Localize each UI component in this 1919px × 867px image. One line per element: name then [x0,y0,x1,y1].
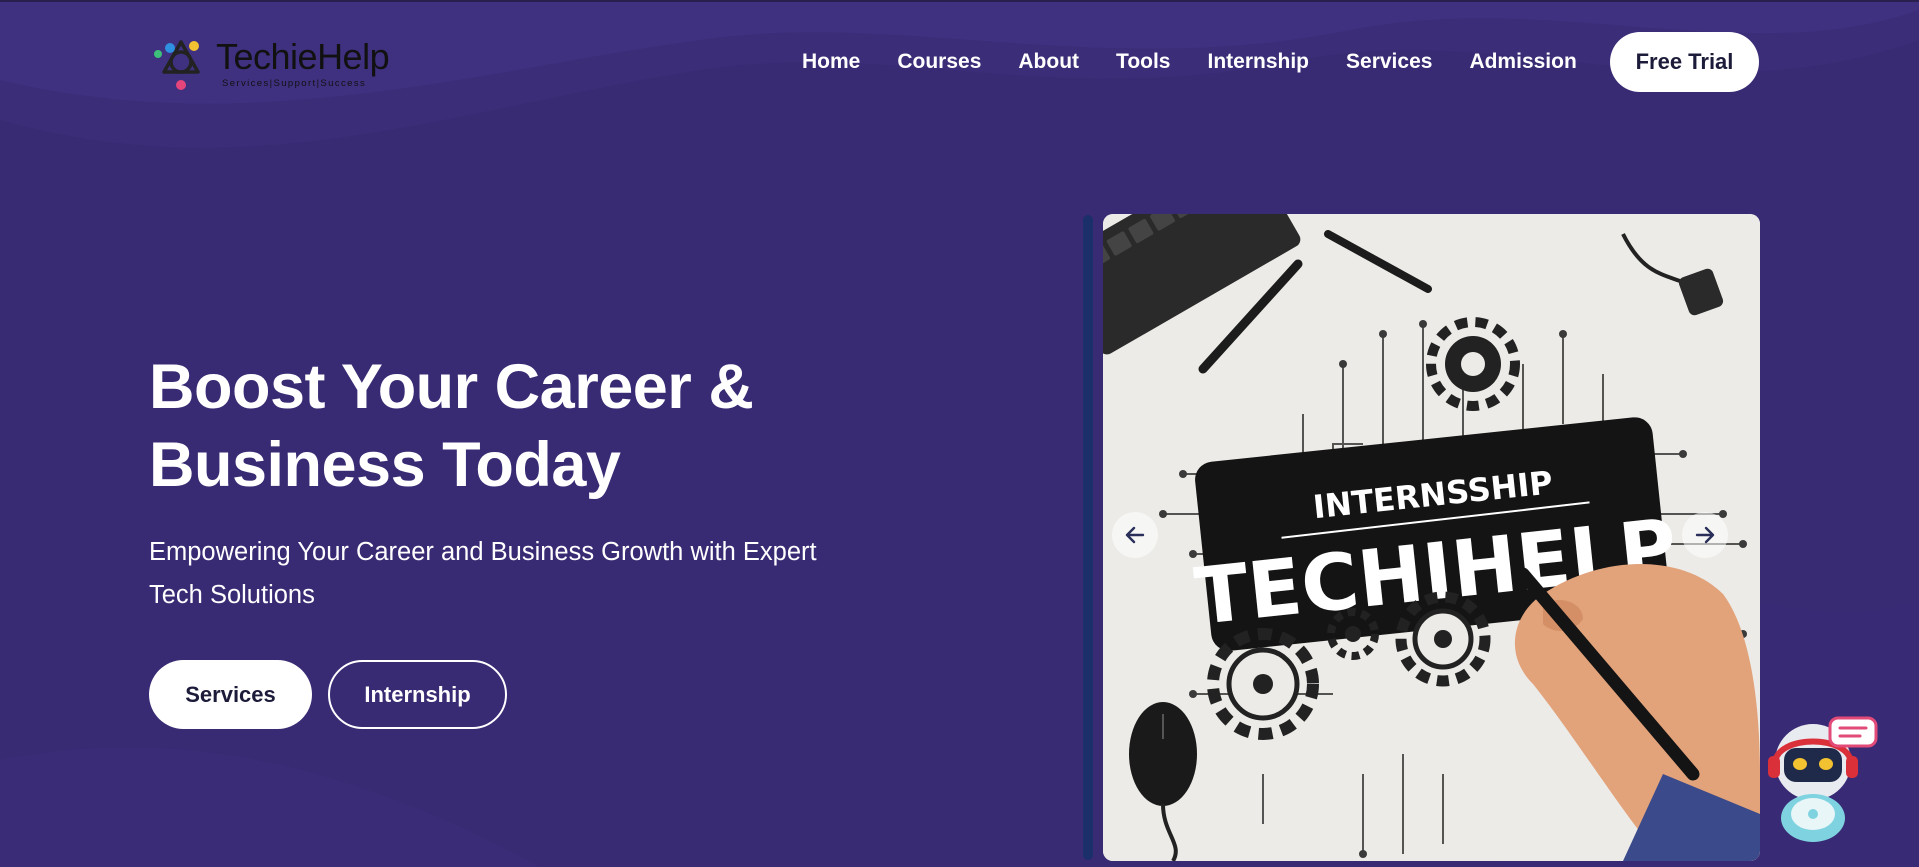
nav-about[interactable]: About [1018,48,1079,76]
carousel-accent-bar [1083,215,1093,860]
nav-internship[interactable]: Internship [1208,48,1310,76]
slide-illustration: INTERNSSHIP TECHIHELP [1103,214,1760,861]
hero-title-line1: Boost Your Career & [149,352,754,422]
services-button[interactable]: Services [149,660,312,729]
chatbot-launcher[interactable] [1760,714,1880,844]
hero-title-line2: Business Today [149,430,621,500]
top-navigation: TechieHelp Services|Support|Success Home… [0,0,1919,124]
main-menu: Home Courses About Tools Internship Serv… [802,48,1614,76]
nav-home[interactable]: Home [802,48,860,76]
nav-tools[interactable]: Tools [1116,48,1170,76]
internship-button[interactable]: Internship [328,660,507,729]
hero-carousel[interactable]: INTERNSSHIP TECHIHELP [1103,214,1760,861]
arrow-left-icon [1125,526,1145,544]
chatbot-icon [1768,716,1878,842]
hero-subtitle: Empowering Your Career and Business Grow… [149,531,869,617]
hero-subtitle-line2: Tech Solutions [149,581,315,609]
carousel-next-button[interactable] [1682,512,1728,558]
brand-logo[interactable]: TechieHelp Services|Support|Success [150,30,410,94]
arrow-right-icon [1695,526,1715,544]
brand-tagline: Services|Support|Success [222,78,367,89]
free-trial-button[interactable]: Free Trial [1610,32,1759,92]
nav-services[interactable]: Services [1346,48,1432,76]
brand-name: TechieHelp [216,36,390,77]
hero-title: Boost Your Career & Business Today [149,348,909,504]
nav-courses[interactable]: Courses [897,48,981,76]
logo-mark-icon [154,40,200,90]
hero-subtitle-line1: Empowering Your Career and Business Grow… [149,538,817,566]
nav-admission[interactable]: Admission [1469,48,1576,76]
carousel-prev-button[interactable] [1112,512,1158,558]
